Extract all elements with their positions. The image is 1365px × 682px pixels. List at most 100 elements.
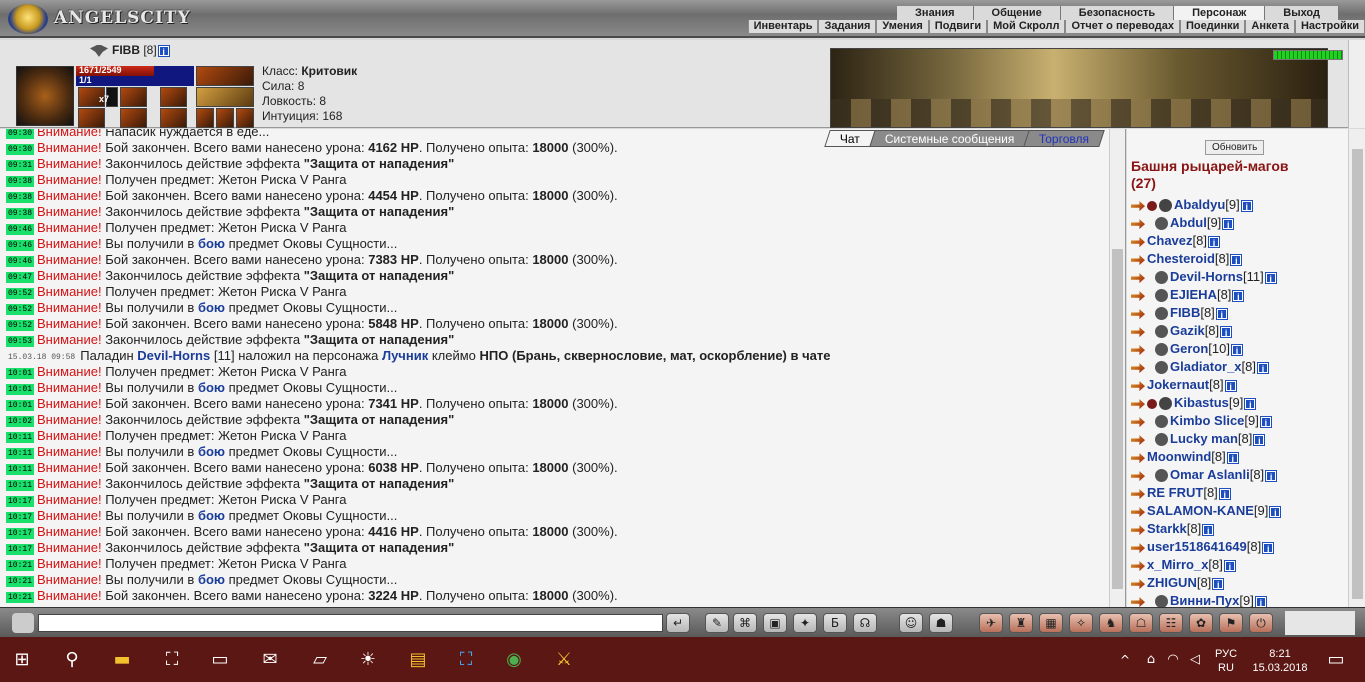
chat-timestamp[interactable]: 10:11	[6, 432, 35, 443]
battle-link[interactable]: бою	[198, 300, 225, 315]
info-icon[interactable]: i	[1269, 505, 1282, 518]
info-icon[interactable]: i	[1265, 469, 1278, 482]
log-icon[interactable]: ▣	[763, 613, 787, 633]
chat-timestamp[interactable]: 09:30	[6, 144, 35, 155]
equipment-slot[interactable]	[236, 108, 254, 128]
chat-timestamp[interactable]: 10:01	[6, 368, 35, 379]
chat-mode-icon[interactable]	[12, 613, 34, 633]
notifications-icon[interactable]: ▭	[1325, 649, 1347, 671]
computer-icon[interactable]: ▭	[209, 649, 231, 671]
private-message-icon[interactable]	[1131, 219, 1145, 230]
refresh-button[interactable]: Обновить	[1205, 140, 1265, 155]
user-row[interactable]: Moonwind[8] i	[1131, 449, 1280, 467]
clan-icon[interactable]	[1155, 217, 1168, 231]
chat-scrollbar[interactable]	[1109, 129, 1125, 607]
clan-icon[interactable]	[1155, 271, 1168, 285]
chat-timestamp[interactable]: 09:46	[6, 224, 35, 235]
player-link[interactable]: Devil-Horns	[137, 348, 210, 363]
chat-timestamp[interactable]: 09:47	[6, 272, 35, 283]
chat-timestamp[interactable]: 10:17	[6, 528, 35, 539]
private-message-icon[interactable]	[1131, 597, 1145, 607]
inventory-slot[interactable]	[120, 87, 147, 107]
user-name[interactable]: EJIEHA	[1170, 287, 1217, 302]
sub-menu-item[interactable]: Отчет о переводах	[1065, 20, 1180, 34]
info-icon[interactable]: i	[1259, 415, 1272, 428]
private-message-icon[interactable]	[1131, 471, 1145, 482]
info-icon[interactable]: i	[1230, 343, 1243, 356]
private-message-icon[interactable]	[1131, 435, 1145, 446]
private-message-icon[interactable]	[1131, 399, 1145, 410]
user-name[interactable]: RE FRUT	[1147, 485, 1203, 500]
user-list-scrollbar-thumb[interactable]	[1352, 149, 1363, 599]
user-name[interactable]: Abdul	[1170, 215, 1207, 230]
info-icon[interactable]: i	[1254, 595, 1267, 607]
sub-menu-item[interactable]: Мой Скролл	[987, 20, 1066, 34]
chat-timestamp[interactable]: 10:17	[6, 512, 35, 523]
inventory-slot[interactable]	[78, 108, 105, 128]
info-icon[interactable]: i	[1223, 559, 1236, 572]
chat-scrollbar-thumb[interactable]	[1112, 249, 1123, 589]
flag-icon[interactable]: ⚑	[1219, 613, 1243, 633]
clan-icon[interactable]	[1159, 199, 1172, 213]
eraser-icon[interactable]: ✎	[705, 613, 729, 633]
user-name[interactable]: Kibastus	[1174, 395, 1229, 410]
user-name[interactable]: x_Mirro_x	[1147, 557, 1208, 572]
user-row[interactable]: Kibastus[9] i	[1131, 395, 1280, 413]
inventory-slot[interactable]	[160, 87, 187, 107]
user-name[interactable]: SALAMON-KANE	[1147, 503, 1254, 518]
info-icon[interactable]: i	[1215, 307, 1228, 320]
armor-icon[interactable]: ♞	[1099, 613, 1123, 633]
sub-menu-item[interactable]: Настройки	[1294, 20, 1365, 34]
user-name[interactable]: Jokernaut	[1147, 377, 1209, 392]
sub-menu-item[interactable]: Подвиги	[928, 20, 988, 34]
info-icon[interactable]: i	[1240, 199, 1253, 212]
chat-tab[interactable]: Торговля	[1023, 130, 1106, 147]
user-row[interactable]: Abdul[9] i	[1131, 215, 1280, 233]
chat-timestamp[interactable]: 10:02	[6, 416, 35, 427]
user-name[interactable]: Starkk	[1147, 521, 1187, 536]
main-menu-item[interactable]: Знания	[897, 6, 974, 20]
chat-timestamp[interactable]: 09:53	[6, 336, 35, 347]
chat-timestamp[interactable]: 09:52	[6, 288, 35, 299]
info-icon[interactable]: i	[1202, 523, 1215, 536]
info-icon[interactable]: i	[1264, 271, 1277, 284]
private-message-icon[interactable]	[1131, 345, 1145, 356]
clan-icon[interactable]	[1159, 397, 1172, 411]
info-icon[interactable]: i	[1230, 253, 1243, 266]
user-row[interactable]: Geron[10] i	[1131, 341, 1280, 359]
private-message-icon[interactable]	[1131, 201, 1145, 212]
private-message-icon[interactable]	[1131, 417, 1145, 428]
chat-timestamp[interactable]: 15.03.18 09:58	[6, 352, 77, 363]
user-row[interactable]: FIBB[8] i	[1131, 305, 1280, 323]
private-message-icon[interactable]	[1131, 489, 1145, 500]
avatar[interactable]	[16, 66, 74, 126]
equipment-slot[interactable]	[196, 66, 254, 86]
private-message-icon[interactable]	[1131, 543, 1145, 554]
page-scrollbar[interactable]	[1348, 40, 1365, 128]
language-indicator[interactable]: РУС RU	[1212, 647, 1240, 675]
user-row[interactable]: Lucky man[8] i	[1131, 431, 1280, 449]
chat-timestamp[interactable]: 09:38	[6, 192, 35, 203]
user-row[interactable]: Винни-Пух[9] i	[1131, 593, 1280, 607]
chrome-icon[interactable]: ◉	[503, 649, 525, 671]
info-icon[interactable]: i	[1220, 325, 1233, 338]
translit-icon[interactable]: Б	[823, 613, 847, 633]
battle-link[interactable]: бою	[198, 508, 225, 523]
private-message-icon[interactable]	[1131, 255, 1145, 266]
map-icon[interactable]: ✈	[979, 613, 1003, 633]
user-row[interactable]: Chavez[8] i	[1131, 233, 1280, 251]
equipment-slot[interactable]	[196, 108, 214, 128]
battle-link[interactable]: бою	[198, 236, 225, 251]
user-name[interactable]: Chavez	[1147, 233, 1193, 248]
user-row[interactable]: Kimbo Slice[9] i	[1131, 413, 1280, 431]
user-name[interactable]: Devil-Horns	[1170, 269, 1243, 284]
sub-menu-item[interactable]: Поединки	[1179, 20, 1246, 34]
user-name[interactable]: Lucky man	[1170, 431, 1238, 446]
user-name[interactable]: Винни-Пух	[1170, 593, 1239, 607]
user-row[interactable]: Omar Aslanli[8] i	[1131, 467, 1280, 485]
private-message-icon[interactable]	[1131, 561, 1145, 572]
chat-timestamp[interactable]: 10:11	[6, 480, 35, 491]
equipment-slot[interactable]	[216, 108, 234, 128]
chat-timestamp[interactable]: 10:21	[6, 560, 35, 571]
private-message-icon[interactable]	[1131, 363, 1145, 374]
